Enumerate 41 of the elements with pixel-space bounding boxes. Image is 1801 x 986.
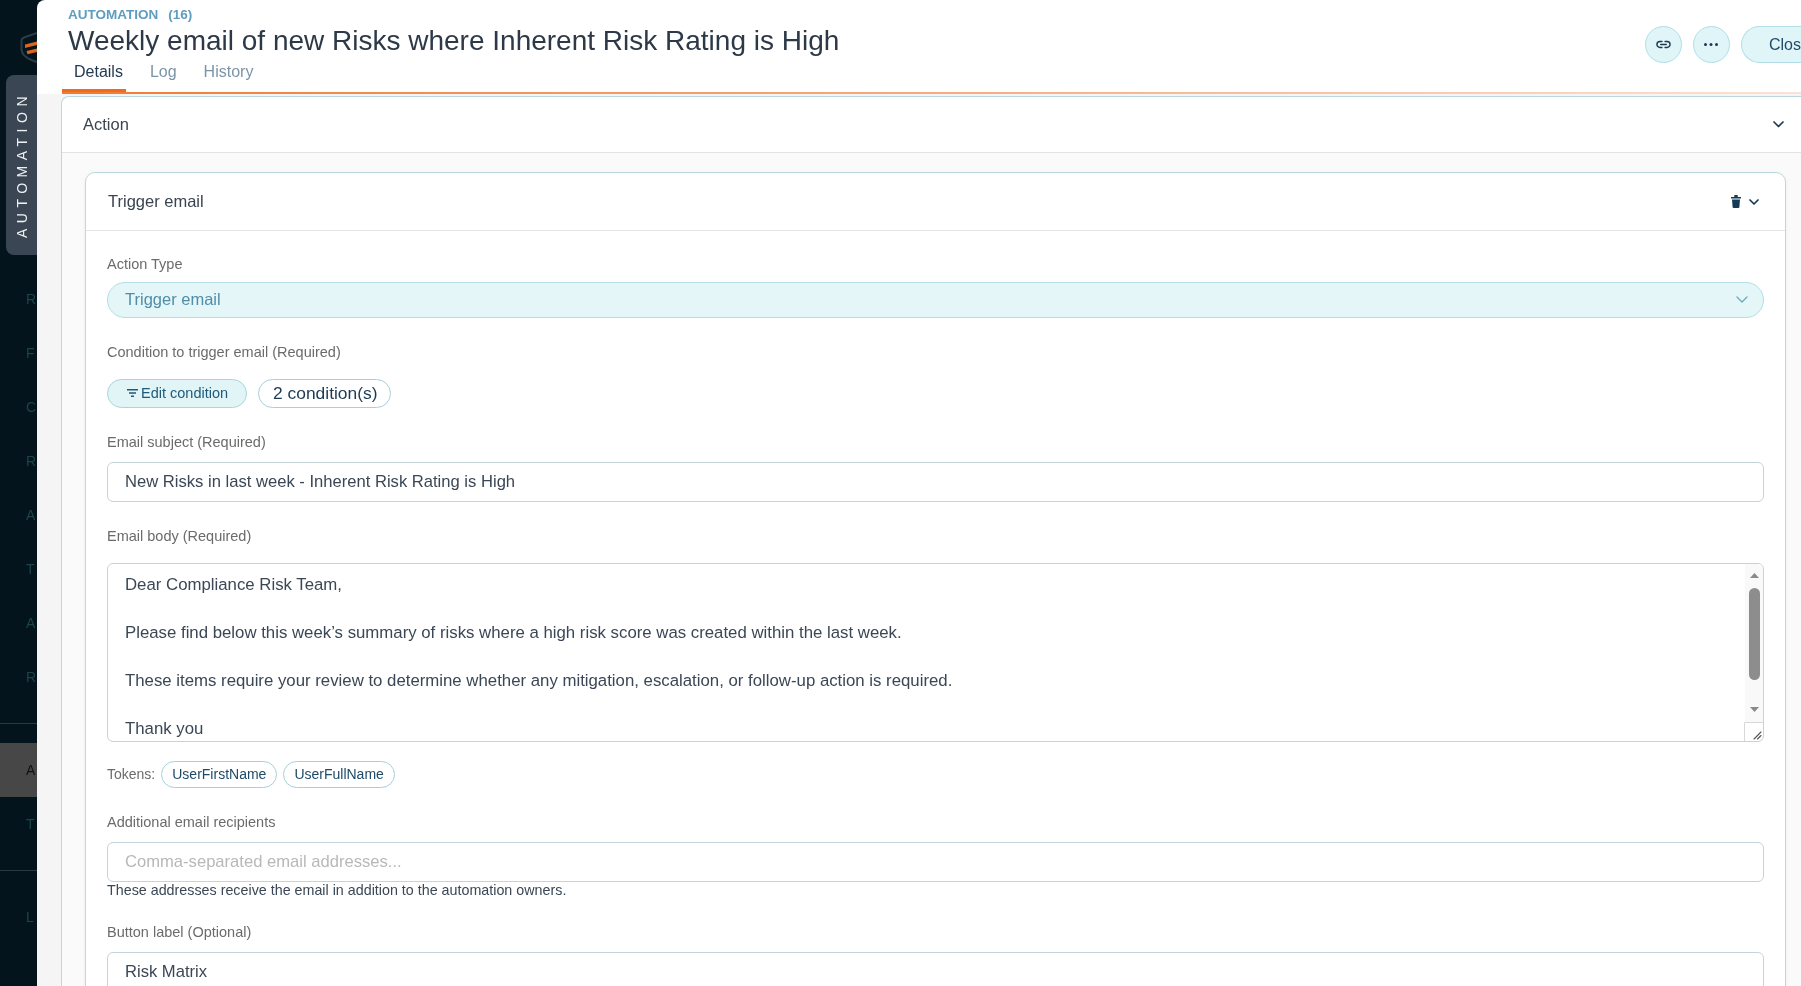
triangle-down-icon[interactable] xyxy=(1749,706,1759,712)
select-field[interactable]: Trigger email xyxy=(107,281,1764,318)
field-label: Email subject (Required) xyxy=(107,433,267,450)
copy-link-button[interactable] xyxy=(1645,26,1682,63)
tokens-label: Tokens: xyxy=(107,766,156,782)
field-label: Button label (Optional) xyxy=(107,923,253,940)
record-count: (16) xyxy=(168,6,193,24)
chevron-down-icon xyxy=(1736,296,1748,303)
input-field[interactable]: Risk Matrix xyxy=(107,951,1764,986)
resize-handle-icon[interactable] xyxy=(1744,721,1763,741)
section-label: AUTOMATION xyxy=(68,6,159,24)
sidebar-item[interactable]: A xyxy=(0,743,37,797)
close-button[interactable]: Clos xyxy=(1741,26,1801,63)
filter-icon xyxy=(127,389,138,397)
field-label: Action Type xyxy=(107,256,184,272)
chevron-down-icon[interactable] xyxy=(1749,198,1759,205)
tab[interactable]: Log xyxy=(137,59,180,92)
link-icon xyxy=(1656,40,1671,49)
chevron-down-icon[interactable] xyxy=(1773,121,1784,128)
input-field[interactable]: New Risks in last week - Inherent Risk Rating is High xyxy=(107,461,1764,502)
scrollbar[interactable] xyxy=(1745,563,1763,722)
scrollbar-thumb[interactable] xyxy=(1748,587,1760,680)
trash-icon[interactable] xyxy=(1731,195,1741,208)
conditions-summary-button[interactable]: 2 condition(s) xyxy=(258,378,392,408)
tab[interactable]: History xyxy=(191,59,257,92)
field-label: Condition to trigger email (Required) xyxy=(107,343,342,360)
page-title: Weekly email of new Risks where Inherent Risk Rating is High xyxy=(68,26,841,56)
card-title: Trigger email xyxy=(108,192,204,211)
ellipsis-icon xyxy=(1704,43,1719,46)
field-label: Email body (Required) xyxy=(107,527,253,544)
sidebar-tab[interactable]: AUTOMATION xyxy=(6,75,37,255)
help-text: These addresses receive the email in addition to the automation owners. xyxy=(107,881,568,898)
input-field[interactable]: Comma-separated email addresses... xyxy=(107,841,1764,882)
section-title: Action xyxy=(83,115,129,134)
edit-condition-button[interactable]: Edit condition xyxy=(107,378,248,408)
textarea-field[interactable]: Dear Compliance Risk Team, Please find below this week’s summary of risks where a high risk score was created within the last week. These items require your review to determine whether any mitigation, escalation, or follow-up action is required. Thank you xyxy=(107,562,1764,742)
triangle-up-icon[interactable] xyxy=(1749,572,1759,578)
token-chip[interactable]: UserFirstName xyxy=(161,760,278,788)
token-chip[interactable]: UserFullName xyxy=(283,760,395,788)
shield-logo-icon[interactable] xyxy=(20,32,37,63)
field-label: Additional email recipients xyxy=(107,813,277,830)
